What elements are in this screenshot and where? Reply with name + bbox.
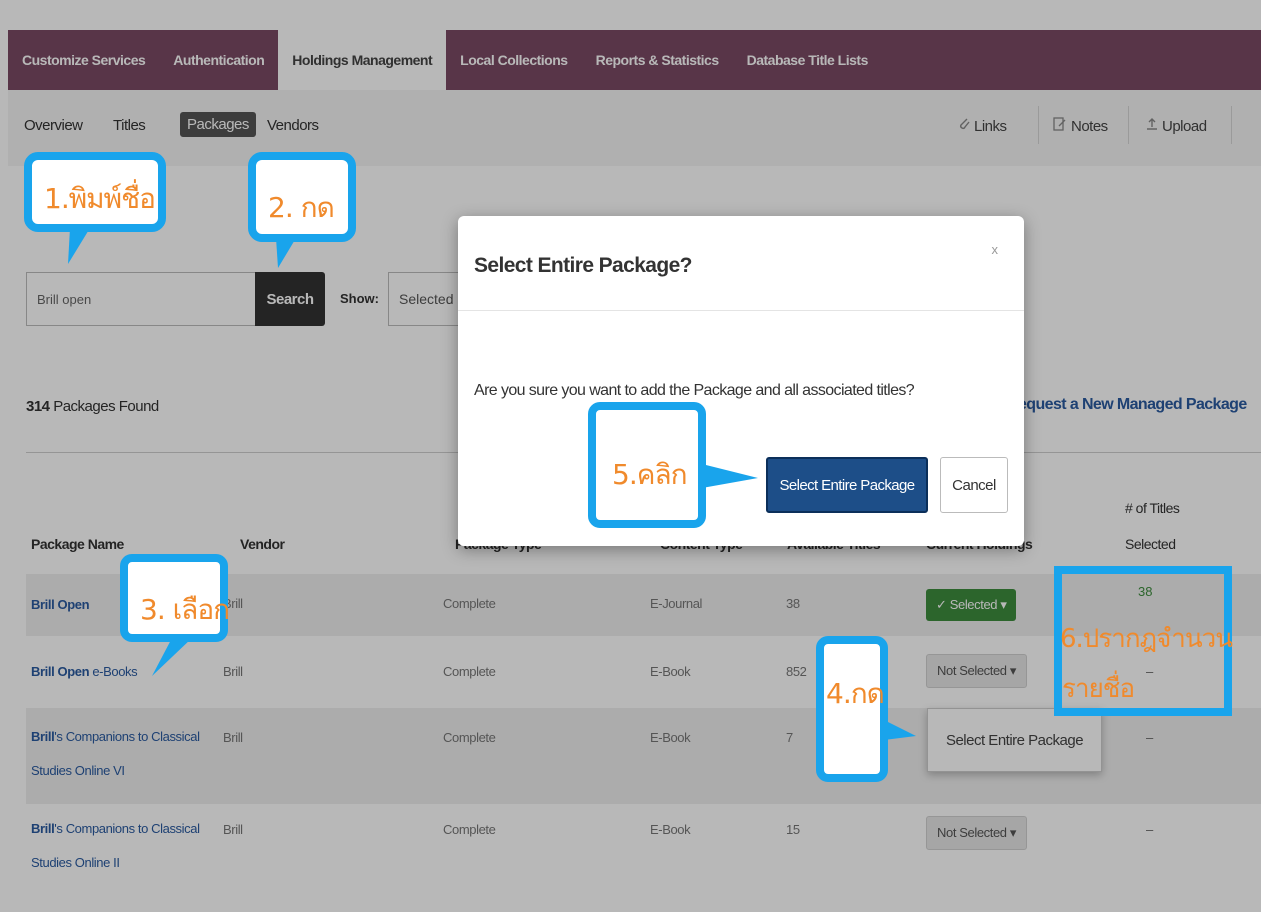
select-entire-package-menu-item[interactable]: Select Entire Package xyxy=(927,708,1102,772)
upload-button[interactable]: Upload xyxy=(1146,117,1207,135)
header-package-name[interactable]: Package Name xyxy=(31,536,124,552)
available-titles-cell: 7 xyxy=(786,730,793,745)
close-icon[interactable]: x xyxy=(992,242,999,257)
show-filter-select[interactable]: Selected xyxy=(388,272,468,326)
annotation-step5: 5.คลิก xyxy=(612,458,688,491)
header-titles-selected-line1: # of Titles xyxy=(1125,500,1180,516)
request-managed-package-link[interactable]: equest a New Managed Package xyxy=(1018,396,1247,414)
annotation-step6-line1: 6.ปรากฎจำนวน xyxy=(1060,624,1233,654)
header-titles-selected-line2: Selected xyxy=(1125,536,1176,552)
links-label: Links xyxy=(974,117,1007,135)
select-entire-package-button[interactable]: Select Entire Package xyxy=(766,457,928,513)
package-name-bold: Brill Open xyxy=(31,664,90,679)
tool-divider xyxy=(1128,106,1129,144)
package-name-bold: Brill xyxy=(31,821,55,836)
holdings-status: Not Selected xyxy=(937,825,1007,840)
annotation-step2: 2. กด xyxy=(268,191,335,224)
content-type-cell: E-Book xyxy=(650,664,691,679)
notes-label: Notes xyxy=(1071,117,1108,135)
package-name-link[interactable]: Brill Open xyxy=(31,587,90,623)
tab-customize-services[interactable]: Customize Services xyxy=(8,30,159,90)
package-type-cell: Complete xyxy=(443,596,496,611)
main-nav: Customize Services Authentication Holdin… xyxy=(8,30,1261,90)
sub-nav: Overview Titles Packages Vendors Links N… xyxy=(8,90,1261,166)
available-titles-cell: 15 xyxy=(786,822,800,837)
results-count: 314 Packages Found xyxy=(26,398,159,415)
upload-label: Upload xyxy=(1162,117,1207,135)
note-icon xyxy=(1053,117,1067,135)
content-type-cell: E-Book xyxy=(650,730,691,745)
titles-selected-cell: – xyxy=(1146,730,1154,745)
package-name-bold: Brill xyxy=(31,729,55,744)
results-count-suffix: Packages Found xyxy=(53,398,159,415)
annotation-step1: 1.พิมพ์ชื่อ xyxy=(44,182,156,215)
vendor-cell: Brill xyxy=(223,730,243,745)
tab-reports-statistics[interactable]: Reports & Statistics xyxy=(582,30,733,90)
holdings-not-selected-dropdown[interactable]: Not Selected ▾ xyxy=(926,816,1027,850)
header-vendor[interactable]: Vendor xyxy=(240,536,285,552)
tab-holdings-management[interactable]: Holdings Management xyxy=(278,30,447,90)
tab-database-title-lists[interactable]: Database Title Lists xyxy=(733,30,882,90)
package-type-cell: Complete xyxy=(443,664,496,679)
package-name-link[interactable]: Brill's Companions to Classical Studies O… xyxy=(31,720,200,788)
subnav-overview[interactable]: Overview xyxy=(24,117,83,134)
package-name-rest: 's Companions to Classical xyxy=(54,821,200,836)
links-button[interactable]: Links xyxy=(958,117,1007,135)
tab-authentication[interactable]: Authentication xyxy=(159,30,278,90)
subnav-vendors[interactable]: Vendors xyxy=(267,117,319,134)
annotation-step4: 4.กด xyxy=(826,677,885,710)
package-name-rest: 's Companions to Classical xyxy=(54,729,200,744)
tool-divider xyxy=(1038,106,1039,144)
annotation-step6-line2: รายชื่อ xyxy=(1062,674,1135,704)
cancel-button[interactable]: Cancel xyxy=(940,457,1008,513)
subnav-titles[interactable]: Titles xyxy=(113,117,146,134)
package-name-link[interactable]: Brill's Companions to Classical Studies O… xyxy=(31,812,200,880)
holdings-selected-dropdown[interactable]: ✓ Selected ▾ xyxy=(926,589,1017,621)
tab-local-collections[interactable]: Local Collections xyxy=(446,30,581,90)
top-strip xyxy=(0,0,1261,30)
package-type-cell: Complete xyxy=(443,730,496,745)
search-input[interactable]: Brill open xyxy=(26,272,256,326)
available-titles-cell: 852 xyxy=(786,664,807,679)
vendor-cell: Brill xyxy=(223,822,243,837)
content-type-cell: E-Book xyxy=(650,822,691,837)
package-name-line2: Studies Online VI xyxy=(31,763,125,778)
dialog-divider xyxy=(458,310,1024,311)
package-name-line2: Studies Online II xyxy=(31,855,120,870)
table-row: Brill's Companions to Classical Studies O… xyxy=(26,804,1261,904)
search-button[interactable]: Search xyxy=(255,272,325,326)
titles-selected-cell: – xyxy=(1146,822,1154,837)
subnav-packages[interactable]: Packages xyxy=(180,112,256,137)
upload-icon xyxy=(1146,117,1158,135)
annotation-step3: 3. เลือก xyxy=(140,593,230,626)
tool-divider xyxy=(1231,106,1232,144)
available-titles-cell: 38 xyxy=(786,596,800,611)
holdings-status: Not Selected xyxy=(937,663,1007,678)
paperclip-icon xyxy=(958,117,970,135)
results-count-number: 314 xyxy=(26,398,50,415)
dialog-message: Are you sure you want to add the Package… xyxy=(474,382,915,399)
content-type-cell: E-Journal xyxy=(650,596,703,611)
show-label: Show: xyxy=(340,291,379,306)
holdings-status: Selected xyxy=(949,597,998,612)
notes-button[interactable]: Notes xyxy=(1053,117,1108,135)
dialog-title: Select Entire Package? xyxy=(474,254,693,277)
package-type-cell: Complete xyxy=(443,822,496,837)
holdings-not-selected-dropdown[interactable]: Not Selected ▾ xyxy=(926,654,1027,688)
